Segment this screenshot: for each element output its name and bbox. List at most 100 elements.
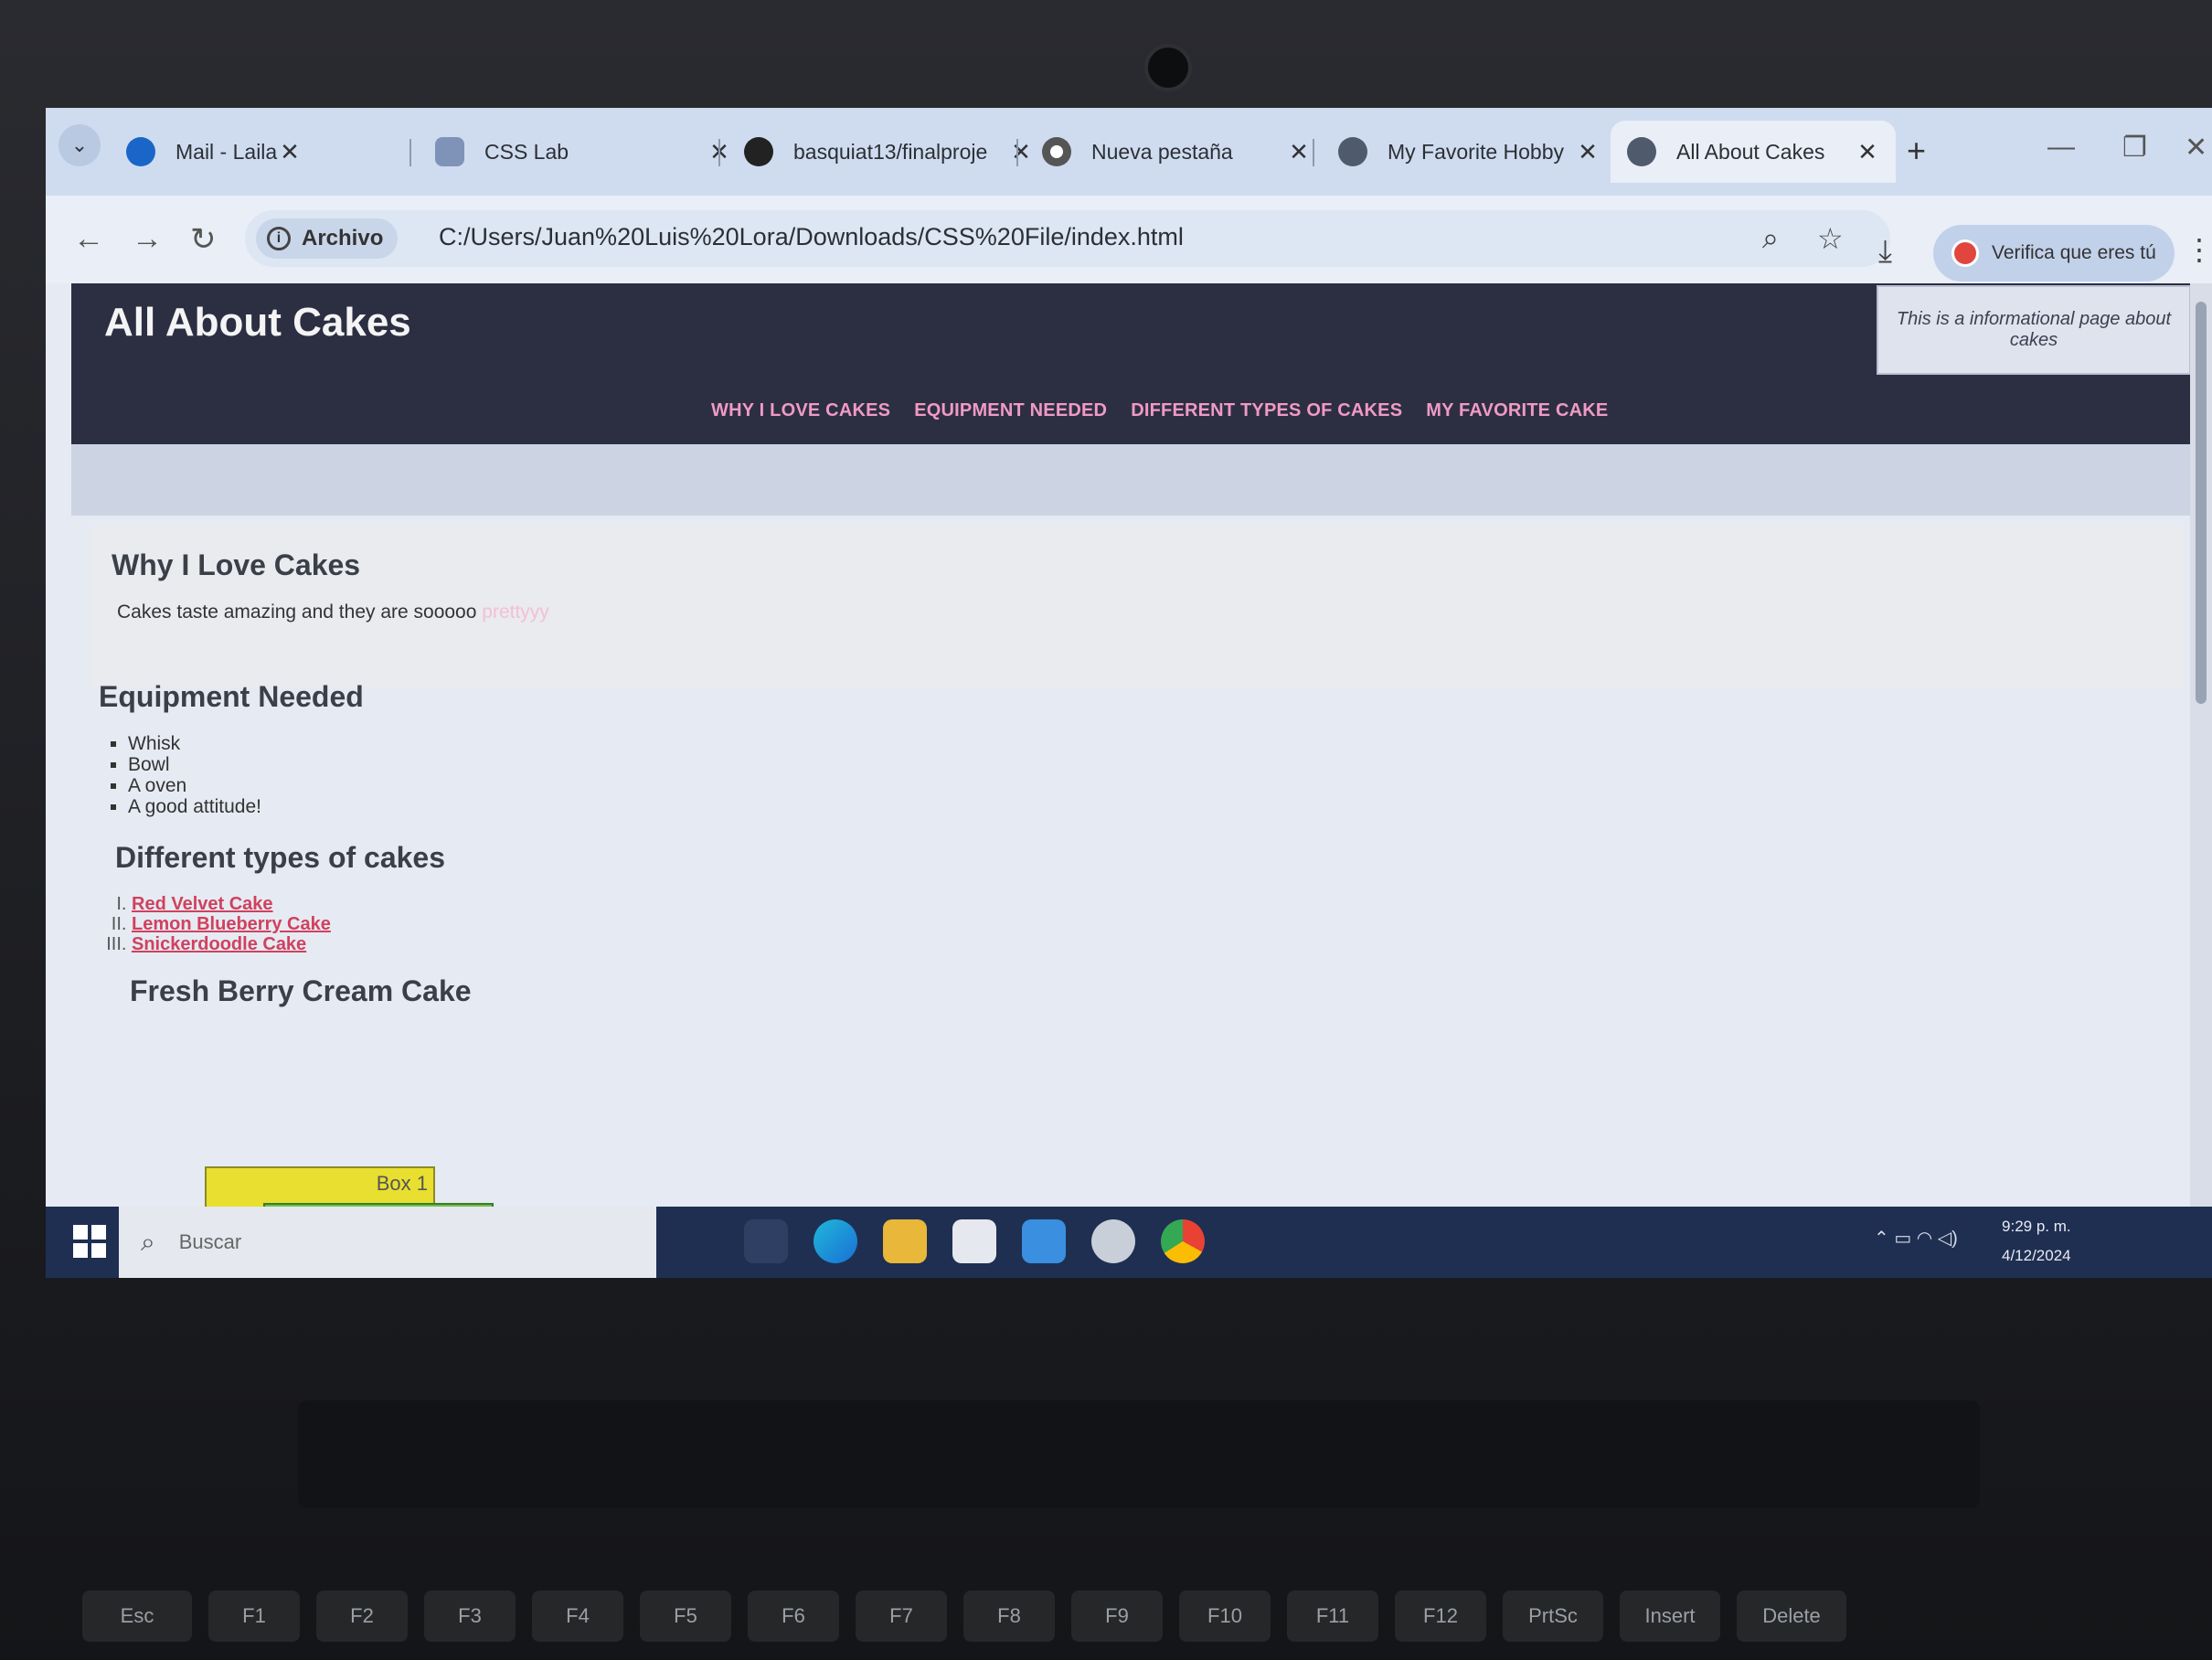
webcam <box>1144 44 1192 91</box>
profile-alert-icon <box>1951 239 1979 267</box>
close-icon[interactable]: ✕ <box>1856 138 1879 166</box>
site-info-label: Archivo <box>302 226 384 250</box>
settings-gear-icon[interactable] <box>1091 1219 1135 1263</box>
search-placeholder: Buscar <box>178 1230 242 1253</box>
task-view-icon[interactable] <box>744 1219 788 1263</box>
key-f12: F12 <box>1395 1591 1486 1642</box>
key-f1: F1 <box>208 1591 300 1642</box>
address-bar[interactable]: i Archivo C:/Users/Juan%20Luis%20Lora/Do… <box>245 210 1890 267</box>
forward-icon[interactable]: → <box>132 221 163 257</box>
taskbar-search[interactable]: ⌕ Buscar <box>119 1207 656 1278</box>
chrome-icon[interactable] <box>1161 1219 1205 1263</box>
edge-icon[interactable] <box>814 1219 857 1263</box>
back-icon[interactable]: ← <box>73 221 104 257</box>
nav-equipment-needed[interactable]: EQUIPMENT NEEDED <box>914 400 1107 421</box>
user-icon <box>435 137 464 166</box>
tab-github[interactable]: basquiat13/finalproje ✕ <box>728 121 1049 183</box>
mail-icon[interactable] <box>1022 1219 1066 1263</box>
info-tooltip: This is a informational page about cakes <box>1877 285 2191 375</box>
minimize-icon[interactable]: — <box>2047 132 2075 163</box>
key-esc: Esc <box>82 1591 192 1642</box>
list-item: A good attitude! <box>128 796 261 817</box>
scroll-thumb[interactable] <box>2196 302 2207 704</box>
tab-strip: ⌄ Mail - Lailah Smith - C ✕ CSS Lab ✕ ba… <box>46 108 2212 196</box>
file-explorer-icon[interactable] <box>883 1219 927 1263</box>
key-f3: F3 <box>424 1591 516 1642</box>
nav-my-favorite-cake[interactable]: MY FAVORITE CAKE <box>1426 400 1608 421</box>
window-close-icon[interactable]: ✕ <box>2185 132 2207 164</box>
store-icon[interactable] <box>952 1219 996 1263</box>
site-header: All About Cakes This is a informational … <box>71 283 2192 444</box>
why-text: Cakes taste amazing and they are sooooo <box>117 601 477 622</box>
outlook-icon <box>126 137 155 166</box>
clock-date: 4/12/2024 <box>2002 1247 2071 1264</box>
list-item: Whisk <box>128 733 261 754</box>
screen: ⌄ Mail - Lailah Smith - C ✕ CSS Lab ✕ ba… <box>46 108 2212 1278</box>
new-tab-button[interactable]: + <box>1907 132 1926 170</box>
tab-label: Nueva pestaña <box>1091 139 1233 164</box>
page-scrollbar[interactable] <box>2190 283 2212 1207</box>
globe-icon <box>1627 137 1656 166</box>
key-f10: F10 <box>1179 1591 1271 1642</box>
bookmark-star-icon[interactable]: ☆ <box>1817 221 1844 256</box>
key-f4: F4 <box>532 1591 623 1642</box>
key-f11: F11 <box>1287 1591 1378 1642</box>
section-why-i-love-cakes: Why I Love Cakes Cakes taste amazing and… <box>90 527 2183 687</box>
list-item: Snickerdoodle Cake <box>132 934 331 954</box>
cake-link[interactable]: Red Velvet Cake <box>132 894 273 914</box>
cake-link[interactable]: Snickerdoodle Cake <box>132 934 306 954</box>
list-item: A oven <box>128 775 261 796</box>
nav-why-i-love-cakes[interactable]: WHY I LOVE CAKES <box>711 400 890 421</box>
key-f2: F2 <box>316 1591 408 1642</box>
key-f7: F7 <box>856 1591 947 1642</box>
nav-different-types[interactable]: DIFFERENT TYPES OF CAKES <box>1131 400 1402 421</box>
tab-label: CSS Lab <box>484 139 569 164</box>
download-icon[interactable]: ⤓ <box>1878 234 1892 270</box>
close-icon[interactable]: ✕ <box>278 138 302 166</box>
profile-button[interactable]: Verifica que eres tú <box>1933 225 2175 282</box>
laptop-hinge <box>298 1400 1980 1508</box>
section-heading: Why I Love Cakes <box>112 548 361 581</box>
clock[interactable]: 9:29 p. m. 4/12/2024 <box>2002 1212 2071 1271</box>
browser-toolbar: ← → ↻ i Archivo C:/Users/Juan%20Luis%20L… <box>46 196 2212 283</box>
close-icon[interactable]: ✕ <box>1576 138 1600 166</box>
tab-label: basquiat13/finalproje <box>793 139 988 164</box>
tab-label: Mail - Lailah Smith - C <box>175 139 278 164</box>
header-band <box>71 444 2192 516</box>
tab-label: All About Cakes <box>1676 139 1825 164</box>
why-paragraph: Cakes taste amazing and they are sooooo … <box>117 601 549 623</box>
menu-icon[interactable]: ⋮ <box>2185 232 2212 267</box>
key-delete: Delete <box>1737 1591 1846 1642</box>
box-label: Box 1 <box>376 1172 428 1195</box>
key-prtsc: PrtSc <box>1503 1591 1603 1642</box>
clock-time: 9:29 p. m. <box>2002 1218 2071 1235</box>
tab-divider <box>1313 139 1314 166</box>
url-text[interactable]: C:/Users/Juan%20Luis%20Lora/Downloads/CS… <box>439 223 1184 251</box>
list-item: Bowl <box>128 754 261 775</box>
tab-mail[interactable]: Mail - Lailah Smith - C ✕ <box>110 121 318 183</box>
info-icon: i <box>267 227 291 250</box>
web-page: All About Cakes This is a informational … <box>46 283 2212 1234</box>
chrome-icon <box>1042 137 1071 166</box>
tab-divider <box>409 139 411 166</box>
cake-link[interactable]: Lemon Blueberry Cake <box>132 914 331 934</box>
list-item: Red Velvet Cake <box>132 894 331 914</box>
profile-label: Verifica que eres tú <box>1992 242 2156 263</box>
system-tray[interactable]: ⌃ ▭ ◠ ◁) <box>1874 1227 1958 1250</box>
key-f9: F9 <box>1071 1591 1163 1642</box>
windows-start-icon[interactable] <box>71 1223 108 1260</box>
close-icon[interactable]: ✕ <box>1287 138 1311 166</box>
restore-icon[interactable]: ❐ <box>2122 132 2147 164</box>
site-info-chip[interactable]: i Archivo <box>256 218 399 259</box>
tab-new-tab[interactable]: Nueva pestaña ✕ <box>1026 121 1327 183</box>
laptop-bezel: ⌄ Mail - Lailah Smith - C ✕ CSS Lab ✕ ba… <box>0 0 2212 1660</box>
section-heading: Fresh Berry Cream Cake <box>130 974 472 1007</box>
section-heading: Equipment Needed <box>99 680 364 713</box>
tab-my-favorite-hobby[interactable]: My Favorite Hobby ✕ <box>1322 121 1616 183</box>
tab-search-button[interactable]: ⌄ <box>58 124 101 166</box>
reload-icon[interactable]: ↻ <box>190 221 217 258</box>
tab-css-lab[interactable]: CSS Lab ✕ <box>419 121 748 183</box>
tab-all-about-cakes[interactable]: All About Cakes ✕ <box>1611 121 1896 183</box>
zoom-icon[interactable]: ⌕ <box>1762 221 1779 256</box>
equipment-list: Whisk Bowl A oven A good attitude! <box>106 733 261 817</box>
